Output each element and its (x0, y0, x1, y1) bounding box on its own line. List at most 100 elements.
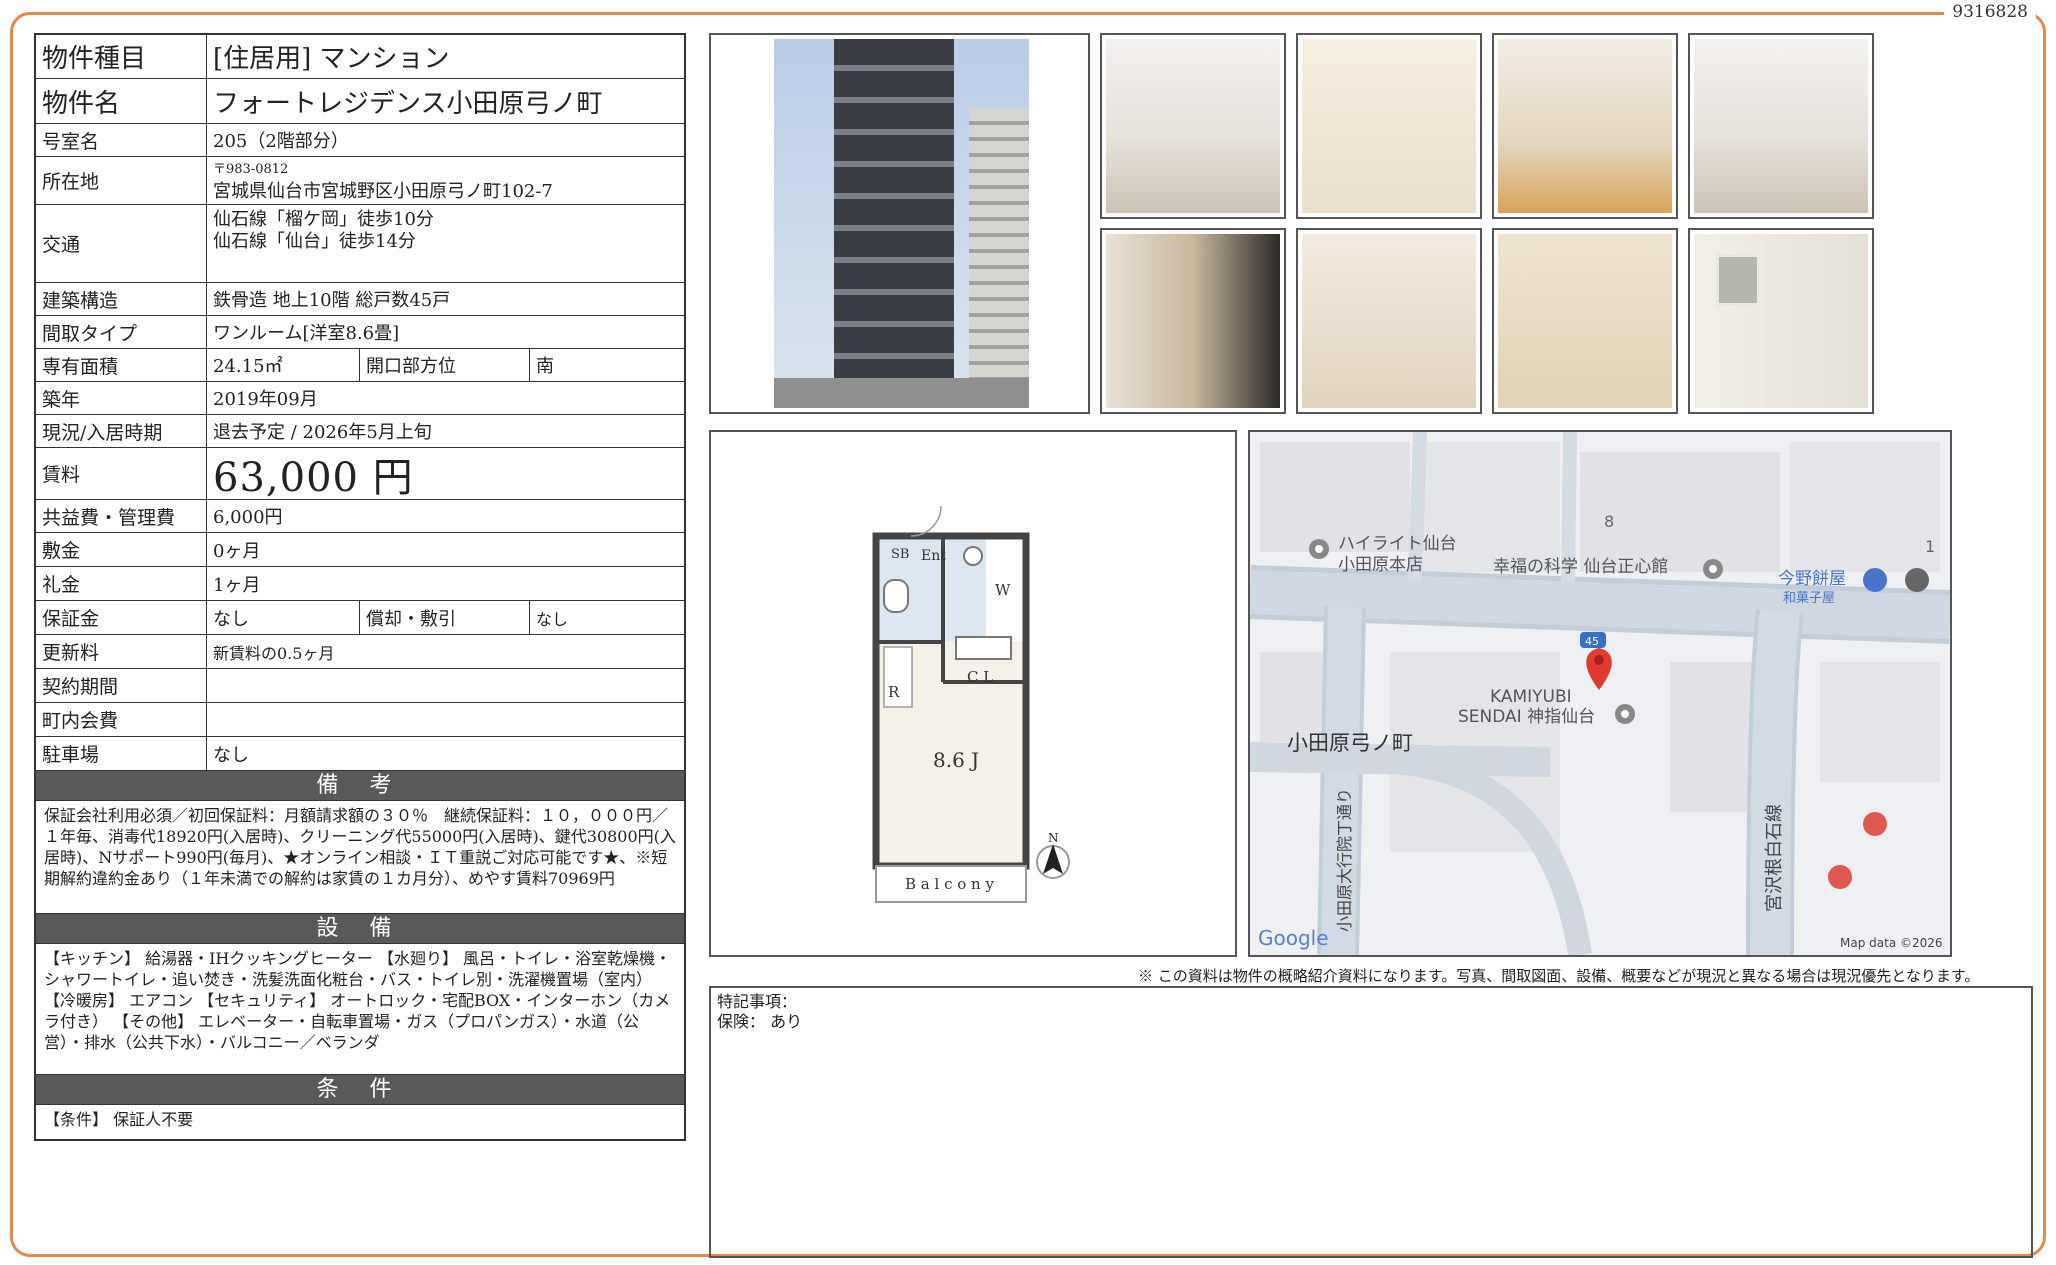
fp-w-label: W (995, 581, 1011, 599)
map-attribution: Map data ©2026 (1840, 936, 1943, 950)
map-area-label: 小田原弓ノ町 (1287, 731, 1413, 755)
status-label: 現況/入居時期 (36, 415, 207, 447)
spec-row-fee: 共益費・管理費 6,000円 (36, 500, 684, 533)
fp-north-label: N (1048, 831, 1059, 845)
room-value: 205（2階部分） (213, 131, 349, 152)
map-poi-4: KAMIYUBI (1490, 687, 1572, 707)
fee-value: 6,000円 (213, 507, 283, 528)
map-poi-1: ハイライト仙台 (1338, 534, 1457, 554)
association-label: 町内会費 (36, 703, 207, 736)
restaurant-icon (1863, 812, 1887, 836)
address-zip: 〒983-0812 (213, 161, 289, 177)
orientation-value: 南 (536, 356, 554, 377)
spec-row-key-money: 礼金 1ヶ月 (36, 567, 684, 601)
special-notes-box: 特記事項： 保険： あり (709, 986, 2033, 1258)
storage-photo (1100, 228, 1286, 414)
rent-label: 賃料 (36, 448, 207, 499)
building-exterior-photo (709, 33, 1090, 414)
address-value: 宮城県仙台市宮城野区小田原弓ノ町102-7 (213, 180, 553, 202)
deposit-value: 0ヶ月 (213, 540, 261, 562)
spec-row-type: 物件種目 [住居用] マンション (36, 35, 684, 79)
spec-row-address: 所在地 〒983-0812 宮城県仙台市宮城野区小田原弓ノ町102-7 (36, 157, 684, 205)
location-map[interactable]: ハイライト仙台 小田原本店 幸福の科学 仙台正心館 今野餅屋 和菓子屋 KAMI… (1248, 430, 1952, 957)
spec-row-transport: 交通 仙石線「榴ケ岡」徒歩10分 仙石線「仙台」徒歩14分 (36, 205, 684, 283)
map-poi-3b: 和菓子屋 (1783, 591, 1835, 606)
contract-label: 契約期間 (36, 669, 207, 702)
fp-sb-label: SB (891, 547, 909, 562)
area-value: 24.15㎡ (207, 349, 360, 381)
museum-icon (1905, 568, 1929, 592)
map-poi-1b: 小田原本店 (1338, 555, 1423, 575)
map-poi-4b: SENDAI 神指仙台 (1458, 707, 1595, 727)
address-label: 所在地 (36, 157, 207, 204)
notes-line-2: 保険： あり (717, 1012, 803, 1031)
type-label: 物件種目 (36, 35, 207, 78)
bathroom-photo (1296, 33, 1482, 219)
fp-room-label: 8.6 J (933, 748, 979, 772)
pin-icon (1703, 559, 1723, 579)
map-poi-2: 幸福の科学 仙台正心館 (1493, 557, 1668, 577)
floor-plan: SB Ent W C L R 8.6 J B a l c o n y N (709, 430, 1237, 957)
renewal-label: 更新料 (36, 635, 207, 668)
map-road-1: 小田原大行院丁通り (1335, 788, 1354, 932)
orientation-label: 開口部方位 (360, 349, 530, 381)
spec-row-parking: 駐車場 なし (36, 737, 684, 771)
structure-value: 鉄骨造 地上10階 総戸数45戸 (213, 290, 451, 311)
spec-row-room: 号室名 205（2階部分） (36, 124, 684, 157)
fp-balcony-label: B a l c o n y (905, 875, 994, 893)
facilities-text: 【キッチン】 給湯器・IHクッキングヒーター 【水廻り】 風呂・トイレ・浴室乾燥… (36, 944, 684, 1075)
fee-label: 共益費・管理費 (36, 500, 207, 532)
room-photo-2 (1688, 33, 1874, 219)
map-block-8: 8 (1604, 512, 1614, 531)
spec-row-association: 町内会費 (36, 703, 684, 737)
room-label: 号室名 (36, 124, 207, 156)
transport-label: 交通 (36, 205, 207, 282)
transport-line-1: 仙石線「榴ケ岡」徒歩10分 (213, 209, 434, 230)
spec-row-structure: 建築構造 鉄骨造 地上10階 総戸数45戸 (36, 283, 684, 316)
built-label: 築年 (36, 382, 207, 414)
layout-label: 間取タイプ (36, 316, 207, 348)
transport-line-2: 仙石線「仙台」徒歩14分 (213, 231, 416, 252)
spec-row-name: 物件名 フォートレジデンス小田原弓ノ町 (36, 79, 684, 124)
fp-r-label: R (888, 683, 900, 701)
spec-row-renewal: 更新料 新賃料の0.5ヶ月 (36, 635, 684, 669)
guarantee-label: 保証金 (36, 601, 207, 634)
map-google-logo: Google (1258, 926, 1329, 950)
status-value: 退去予定 / 2026年5月上旬 (213, 422, 432, 443)
notes-line-1: 特記事項： (717, 992, 798, 1011)
disclaimer-text: ※ この資料は物件の概略紹介資料になります。写真、間取図面、設備、概要などが現況… (1138, 967, 1980, 985)
spec-row-deposit: 敷金 0ヶ月 (36, 533, 684, 567)
conditions-text: 【条件】 保証人不要 (44, 1110, 194, 1129)
fp-ent-label: Ent (921, 548, 946, 564)
rent-value: 63,000 円 (213, 454, 414, 501)
amortization-label: 償却・敷引 (360, 601, 530, 634)
spec-row-status: 現況/入居時期 退去予定 / 2026年5月上旬 (36, 415, 684, 448)
key-money-label: 礼金 (36, 567, 207, 600)
parking-value: なし (213, 744, 249, 766)
key-money-value: 1ヶ月 (213, 574, 261, 596)
map-road-2: 宮沢根白石線 (1764, 804, 1785, 912)
type-value: [住居用] マンション (213, 44, 450, 74)
amortization-value: なし (536, 609, 569, 629)
remarks-text: 保証会社利用必須／初回保証料：月額請求額の３０％ 継続保証料：１０，０００円／１… (36, 801, 684, 914)
association-value (207, 703, 684, 736)
deposit-label: 敷金 (36, 533, 207, 566)
built-value: 2019年09月 (213, 389, 318, 410)
name-label: 物件名 (36, 79, 207, 123)
map-block-1: 1 (1925, 537, 1935, 556)
map-route-badge: 45 (1585, 635, 1599, 648)
conditions-heading: 条 件 (36, 1075, 684, 1105)
spec-table: 物件種目 [住居用] マンション 物件名 フォートレジデンス小田原弓ノ町 号室名… (34, 33, 686, 1141)
property-id: 9316828 (1944, 2, 2036, 22)
renewal-value: 新賃料の0.5ヶ月 (213, 643, 335, 663)
room-photo-1 (1100, 33, 1286, 219)
map-poi-3: 今野餅屋 (1778, 569, 1846, 589)
kitchen-photo (1492, 33, 1678, 219)
remarks-heading: 備 考 (36, 771, 684, 801)
vanity-photo (1296, 228, 1482, 414)
contract-value (207, 669, 684, 702)
toilet-photo (1492, 228, 1678, 414)
spec-row-layout: 間取タイプ ワンルーム[洋室8.6畳] (36, 316, 684, 349)
guarantee-value: なし (207, 601, 360, 634)
spec-row-rent: 賃料 63,000 円 (36, 448, 684, 501)
